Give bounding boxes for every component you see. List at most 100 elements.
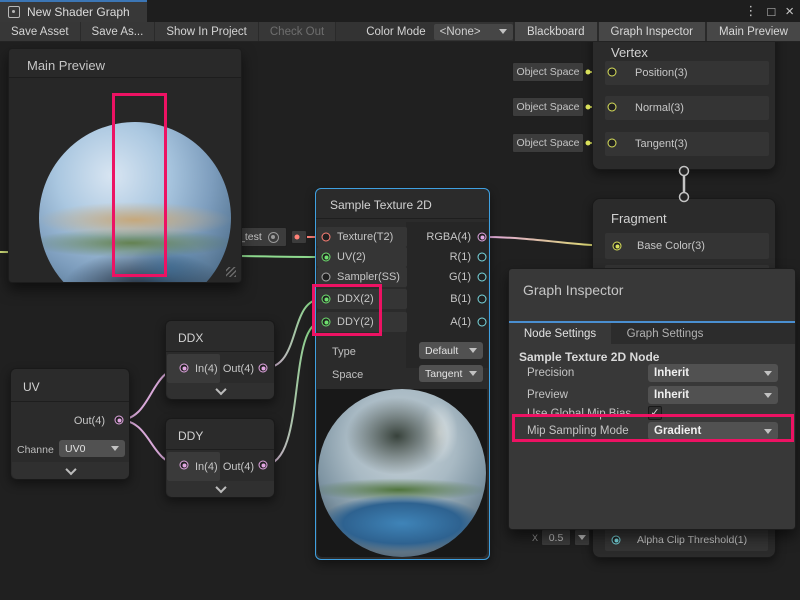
object-space-label: Object Space [516,66,579,78]
ddy-in-port-icon[interactable] [180,461,189,470]
sample-texture-2d-node[interactable]: Sample Texture 2D Texture(T2) UV(2) Samp… [315,188,490,560]
precision-value: Inherit [654,367,689,379]
uv-input-label: UV(2) [337,251,366,263]
ddy-in-row[interactable]: In(4) [167,452,220,481]
vertex-node[interactable]: Vertex Position(3) Normal(3) Tangent(3) [592,28,776,170]
uv-out-port-icon[interactable] [115,416,124,425]
blackboard-toggle[interactable]: Blackboard [513,22,597,41]
ddx-node[interactable]: DDX In(4) Out(4) [165,320,275,400]
b-port-icon[interactable] [478,295,487,304]
collapse-chevron-icon [215,482,226,493]
maximize-icon[interactable]: □ [767,4,775,19]
tab-graph-settings[interactable]: Graph Settings [612,323,718,344]
ddy-collapse-button[interactable] [167,481,274,497]
object-space-chip[interactable]: Object Space [512,62,584,82]
color-mode-value: <None> [440,26,481,38]
uv-node-title: UV [23,380,40,394]
alpha-clip-port-icon[interactable] [612,536,621,545]
graph-inspector-panel[interactable]: Graph Inspector Node Settings Graph Sett… [508,268,796,530]
fragment-basecolor-row[interactable]: Base Color(3) [605,233,769,259]
object-space-label: Object Space [516,101,579,113]
alpha-value-dropdown[interactable] [574,529,590,546]
ddy-out-port-icon[interactable] [259,461,268,470]
a-port-icon[interactable] [478,318,487,327]
ddx-collapse-button[interactable] [167,383,274,399]
object-space-chip[interactable]: Object Space [512,97,584,117]
rgba-output-label: RGBA(4) [426,231,471,243]
input-row-uv[interactable]: UV(2) [317,247,407,267]
uv-collapse-button[interactable] [12,462,129,479]
port-label-position: Position(3) [635,67,688,79]
alpha-x-label: X [532,533,538,543]
highlight-preview-region [112,93,167,277]
save-as-button[interactable]: Save As... [81,22,156,41]
object-space-chip[interactable]: Object Space [512,133,584,153]
resize-grip-icon[interactable] [226,267,236,277]
chip-port-icon[interactable] [586,141,591,146]
menu-kebab-icon[interactable]: ⋮ [744,3,757,19]
check-out-button[interactable]: Check Out [259,22,336,41]
property-port-icon[interactable] [295,235,300,240]
ddx-in-port-icon[interactable] [180,364,189,373]
uv-node[interactable]: UV Out(4) Channe UV0 [10,368,130,480]
vertex-port-row[interactable]: Tangent(3) [605,132,769,156]
main-preview-toggle[interactable]: Main Preview [705,22,800,41]
base-color-port-icon[interactable] [613,242,622,251]
preview-dropdown[interactable]: Inherit [648,386,778,404]
ddy-node[interactable]: DDY In(4) Out(4) [165,418,275,498]
shader-graph-icon [8,6,20,18]
tab-label: Graph Settings [627,328,704,340]
position-port-icon[interactable] [608,68,617,77]
input-row-texture[interactable]: Texture(T2) [317,227,407,247]
tangent-port-icon[interactable] [608,139,617,148]
base-color-label: Base Color(3) [637,240,705,252]
output-row-r[interactable]: R(1) [408,247,471,267]
chip-port-icon[interactable] [586,70,591,75]
dropdown-arrow-icon [499,29,507,34]
rgba-port-icon[interactable] [478,233,487,242]
graph-inspector-toggle[interactable]: Graph Inspector [597,22,705,41]
target-icon [268,232,279,243]
main-preview-title: Main Preview [27,58,105,73]
type-label: Type [332,346,356,358]
output-row-a[interactable]: A(1) [408,312,471,332]
alpha-value-chip[interactable]: 0.5 [541,529,571,546]
alpha-value: 0.5 [549,532,564,544]
texture-port-icon[interactable] [322,233,331,242]
tab-label: Node Settings [524,328,596,340]
dropdown-arrow-icon [469,371,477,376]
divider [166,351,274,352]
g-port-icon[interactable] [478,273,487,282]
highlight-mip-sampling-row [512,414,794,442]
space-dropdown[interactable]: Tangent [419,365,483,382]
save-asset-button[interactable]: Save Asset [0,22,81,41]
vertex-port-row[interactable]: Position(3) [605,61,769,85]
output-row-b[interactable]: B(1) [408,289,471,309]
color-mode-dropdown[interactable]: <None> [434,24,513,40]
ddx-in-row[interactable]: In(4) [167,354,220,383]
document-tab[interactable]: New Shader Graph [0,0,147,22]
ddx-out-port-icon[interactable] [259,364,268,373]
tab-node-settings[interactable]: Node Settings [509,323,611,344]
fragment-alphaclip-row[interactable]: Alpha Clip Threshold(1) [605,528,768,551]
sampler-input-label: Sampler(SS) [337,271,400,283]
vertex-port-row[interactable]: Normal(3) [605,96,769,120]
normal-port-icon[interactable] [608,103,617,112]
output-row-g[interactable]: G(1) [408,267,471,287]
close-icon[interactable]: × [785,3,794,20]
precision-dropdown[interactable]: Inherit [648,364,778,382]
show-in-project-button[interactable]: Show In Project [155,22,259,41]
channel-dropdown[interactable]: UV0 [59,440,125,457]
sampler-port-icon[interactable] [322,273,331,282]
preview-value: Inherit [654,389,689,401]
uv-port-icon[interactable] [322,253,331,262]
vertex-node-title: Vertex [611,45,648,60]
port-label-normal: Normal(3) [635,102,684,114]
precision-label: Precision [527,367,574,379]
output-row-rgba[interactable]: RGBA(4) [408,227,471,247]
type-dropdown[interactable]: Default [419,342,483,359]
r-port-icon[interactable] [478,253,487,262]
r-output-label: R(1) [450,251,471,263]
alpha-clip-label: Alpha Clip Threshold(1) [637,534,747,546]
chip-port-icon[interactable] [586,105,591,110]
